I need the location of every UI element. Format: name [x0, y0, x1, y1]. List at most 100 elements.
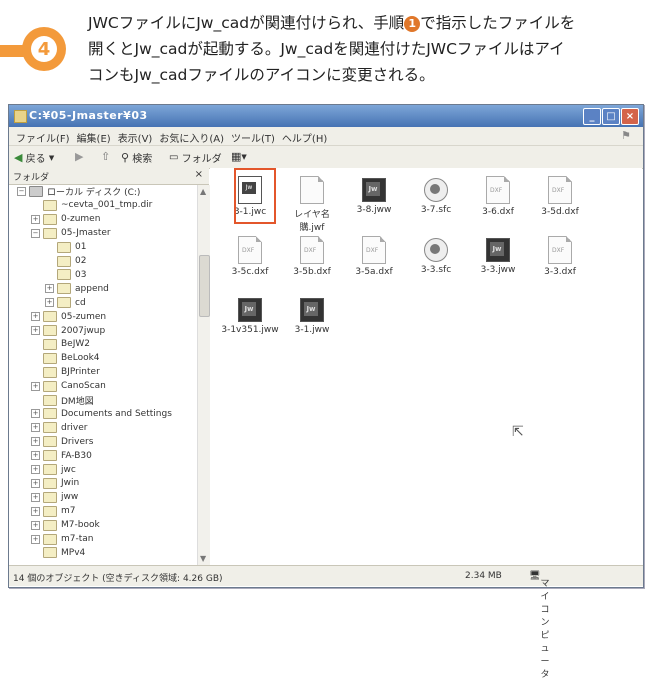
file-item[interactable]: Jw 3-3.jww [468, 236, 528, 275]
file-item[interactable]: Jw 3-1.jww [282, 296, 342, 335]
folders-button[interactable]: ▭ フォルダ [169, 150, 222, 165]
menu-item[interactable]: ヘルプ(H) [282, 130, 327, 145]
tree-item[interactable]: − 05-Jmaster [31, 227, 111, 240]
file-item[interactable]: DXF 3-6.dxf [468, 176, 528, 217]
minimize-button[interactable]: _ [583, 108, 601, 125]
tree-item[interactable]: + m7 [31, 505, 76, 518]
folder-icon [14, 110, 27, 123]
tree-item-label: BJPrinter [61, 367, 100, 378]
tree-item[interactable]: ~cevta_001_tmp.dir [31, 199, 152, 212]
tree-item[interactable]: +05-zumen [31, 310, 106, 323]
search-label: 検索 [132, 154, 153, 165]
expand-icon[interactable]: + [31, 465, 40, 474]
expand-icon[interactable]: + [31, 409, 40, 419]
tree-item[interactable]: BeLook4 [31, 352, 100, 365]
tree-item-label: 01 [75, 242, 87, 253]
file-item[interactable]: レイヤ名購.jwf [282, 176, 342, 233]
tree-item[interactable]: + Jwin [31, 477, 79, 490]
search-button[interactable]: ⚲ 検索 [121, 150, 152, 165]
tree-item[interactable]: + cd [45, 296, 86, 309]
file-name: 3-3.jww [480, 265, 516, 275]
scroll-down-icon[interactable]: ▼ [200, 554, 206, 563]
file-name: 3-5d.dxf [541, 207, 579, 217]
file-item[interactable]: DXF 3-5d.dxf [530, 176, 590, 217]
tree-item[interactable]: + m7-tan [31, 533, 94, 546]
tree-item-label: 03 [75, 269, 87, 280]
folder-pane-header: フォルダ × [9, 168, 209, 185]
expand-icon[interactable]: + [45, 298, 54, 308]
jw-file-icon: Jw [238, 298, 262, 322]
expand-icon[interactable]: + [31, 437, 40, 447]
folder-icon [43, 227, 57, 239]
tree-scrollbar[interactable]: ▲ ▼ [197, 185, 210, 565]
tree-item[interactable]: +2007jwup [31, 324, 105, 337]
file-item[interactable]: DXF 3-5c.dxf [220, 236, 280, 277]
tree-item[interactable]: 03 [45, 268, 86, 281]
menu-item[interactable]: 編集(E) [77, 130, 111, 145]
tree-item[interactable]: + append [45, 282, 109, 295]
tree-item[interactable]: DM地図 [31, 394, 94, 407]
tree-item[interactable]: MPv4 [31, 546, 85, 559]
menu-item[interactable]: ファイル(F) [16, 130, 70, 145]
tree-item-label: Drivers [61, 436, 94, 447]
close-pane-icon[interactable]: × [195, 169, 203, 180]
menu-item[interactable]: 表示(V) [118, 130, 153, 145]
views-button[interactable]: ▦ ▼ [231, 150, 247, 163]
views-icon: ▦ [231, 150, 242, 163]
expand-icon[interactable]: + [31, 423, 40, 433]
expand-icon[interactable]: + [31, 451, 40, 461]
expand-icon[interactable]: + [31, 214, 40, 224]
back-button[interactable]: ◀ 戻る ▼ [14, 150, 54, 165]
title-bar[interactable]: C:¥05-Jmaster¥03 _ □ × [9, 105, 643, 127]
back-arrow-icon: ◀ [14, 151, 23, 164]
expand-icon[interactable]: + [45, 284, 54, 294]
tree-item[interactable]: + jww [31, 491, 78, 504]
up-button[interactable]: ⇧ [101, 150, 110, 163]
tree-item-label: Documents and Settings [61, 408, 172, 419]
expand-icon[interactable]: + [31, 506, 40, 516]
tree-item[interactable]: 01 [45, 241, 86, 254]
tree-item[interactable]: +0-zumen [31, 213, 100, 226]
folder-icon [43, 519, 57, 531]
expand-icon[interactable]: + [31, 492, 40, 502]
file-item[interactable]: Jw 3-8.jww [344, 176, 404, 215]
forward-button[interactable]: ▶ [75, 150, 83, 163]
tree-item[interactable]: + jwc [31, 463, 76, 476]
menu-item[interactable]: お気に入り(A) [159, 130, 224, 145]
scroll-up-icon[interactable]: ▲ [200, 187, 206, 196]
folder-icon [43, 394, 57, 406]
tree-item[interactable]: BeJW2 [31, 338, 90, 351]
file-item[interactable]: DXF 3-3.dxf [530, 236, 590, 277]
expand-icon[interactable]: + [31, 326, 40, 335]
expand-icon[interactable]: + [31, 478, 40, 488]
tree-item[interactable]: + driver [31, 421, 87, 434]
file-item[interactable]: 3-3.sfc [406, 236, 466, 275]
maximize-button[interactable]: □ [602, 108, 620, 125]
menu-item[interactable]: ツール(T) [231, 130, 275, 145]
doc-file-icon: DXF [300, 236, 324, 264]
collapse-icon[interactable]: − [17, 187, 26, 196]
folder-icon [57, 241, 71, 253]
tree-item[interactable]: − ローカル ディスク (C:) [17, 185, 140, 198]
step-number: 4 [31, 36, 57, 62]
file-item[interactable]: DXF 3-5b.dxf [282, 236, 342, 277]
close-button[interactable]: × [621, 108, 639, 125]
step-badge: 4 [22, 27, 66, 71]
tree-item[interactable]: + Drivers [31, 435, 93, 448]
tree-item[interactable]: + Documents and Settings [31, 407, 172, 420]
tree-item[interactable]: + M7-book [31, 519, 100, 532]
file-item[interactable]: 3-7.sfc [406, 176, 466, 215]
collapse-icon[interactable]: − [31, 228, 40, 238]
expand-icon[interactable]: + [31, 520, 40, 530]
tree-item[interactable]: + CanoScan [31, 380, 106, 393]
expand-icon[interactable]: + [31, 534, 40, 544]
sfc-file-icon [424, 178, 448, 202]
tree-item[interactable]: 02 [45, 255, 86, 268]
scroll-thumb[interactable] [199, 255, 210, 317]
file-item[interactable]: DXF 3-5a.dxf [344, 236, 404, 277]
tree-item[interactable]: BJPrinter [31, 366, 100, 379]
tree-item[interactable]: + FA-B30 [31, 449, 92, 462]
expand-icon[interactable]: + [31, 381, 40, 391]
file-item[interactable]: Jw 3-1v351.jww [220, 296, 280, 335]
expand-icon[interactable]: + [31, 312, 40, 322]
